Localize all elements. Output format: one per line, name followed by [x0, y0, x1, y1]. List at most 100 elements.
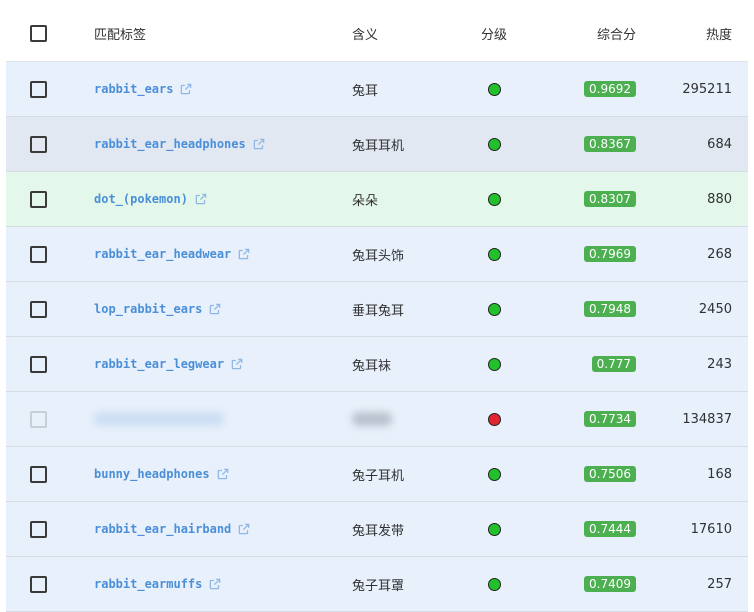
heat-value: 684 — [707, 136, 732, 152]
tag-link[interactable]: dot_(pokemon) — [94, 192, 188, 206]
external-link-icon[interactable] — [179, 82, 193, 96]
heat-value: 268 — [707, 246, 732, 262]
tag-link[interactable]: rabbit_ear_legwear — [94, 357, 224, 371]
grade-cell — [472, 337, 516, 391]
table-row[interactable]: rabbit_ear_headwear 兔耳头饰 0.7969 268 — [6, 227, 748, 282]
score-badge: 0.7444 — [584, 521, 636, 537]
row-select-cell[interactable] — [30, 117, 54, 171]
meaning-text: 朵朵 — [352, 193, 379, 209]
tag-link[interactable]: lop_rabbit_ears — [94, 302, 202, 316]
row-checkbox[interactable] — [30, 465, 47, 483]
score-badge: 0.8307 — [584, 191, 636, 207]
external-link-icon[interactable] — [208, 302, 222, 316]
external-link-icon[interactable] — [230, 357, 244, 371]
header-meaning: 含义 — [352, 28, 379, 43]
meaning-cell — [352, 392, 462, 446]
heat-value: 168 — [707, 466, 732, 482]
tag-link[interactable]: rabbit_ears — [94, 82, 173, 96]
heat-value: 243 — [707, 356, 732, 372]
row-select-cell[interactable] — [30, 337, 54, 391]
tag-link[interactable]: rabbit_ear_headphones — [94, 137, 246, 151]
table-row[interactable]: rabbit_ear_hairband 兔耳发带 0.7444 17610 — [6, 502, 748, 557]
tag-link[interactable]: rabbit_earmuffs — [94, 577, 202, 591]
meaning-cell: 兔耳袜 — [352, 337, 462, 391]
grade-cell — [472, 172, 516, 226]
row-checkbox[interactable] — [30, 245, 47, 263]
meaning-cell: 兔耳发带 — [352, 502, 462, 556]
row-checkbox[interactable] — [30, 575, 47, 593]
grade-cell — [472, 392, 516, 446]
table-row[interactable]: rabbit_ears 兔耳 0.9692 295211 — [6, 62, 748, 117]
score-badge: 0.777 — [591, 356, 636, 372]
score-cell: 0.7444 — [546, 502, 636, 556]
redacted-tag — [94, 412, 224, 426]
score-badge: 0.7734 — [584, 411, 636, 427]
row-select-cell[interactable] — [30, 227, 54, 281]
table-row[interactable]: rabbit_ear_legwear 兔耳袜 0.777 243 — [6, 337, 748, 392]
score-badge: 0.7948 — [584, 301, 636, 317]
row-checkbox[interactable] — [30, 190, 47, 208]
meaning-cell: 兔耳头饰 — [352, 227, 462, 281]
score-badge: 0.7409 — [584, 576, 636, 592]
grade-cell — [472, 117, 516, 171]
external-link-icon[interactable] — [237, 522, 251, 536]
external-link-icon[interactable] — [237, 247, 251, 261]
score-badge: 0.7969 — [584, 246, 636, 262]
tag-link[interactable]: rabbit_ear_headwear — [94, 247, 231, 261]
score-cell: 0.7734 — [546, 392, 636, 446]
meaning-text: 兔耳袜 — [352, 358, 392, 374]
tag-cell: rabbit_ear_hairband — [94, 502, 344, 556]
table-row[interactable]: rabbit_earmuffs 兔子耳罩 0.7409 257 — [6, 557, 748, 612]
row-select-cell[interactable] — [30, 502, 54, 556]
score-cell: 0.7409 — [546, 557, 636, 611]
heat-value: 17610 — [690, 521, 732, 537]
tag-link[interactable]: bunny_headphones — [94, 467, 210, 481]
header-score[interactable]: 综合分 — [546, 6, 636, 61]
row-select-cell[interactable] — [30, 557, 54, 611]
table-row[interactable]: rabbit_ear_headphones 兔耳耳机 0.8367 684 — [6, 117, 748, 172]
header-grade: 分级 — [480, 28, 507, 43]
tag-link[interactable]: rabbit_ear_hairband — [94, 522, 231, 536]
score-cell: 0.7948 — [546, 282, 636, 336]
grade-green-dot-icon — [487, 522, 501, 536]
external-link-icon[interactable] — [208, 577, 222, 591]
external-link-icon[interactable] — [216, 467, 230, 481]
meaning-text: 兔耳耳机 — [352, 138, 405, 154]
header-heat[interactable]: 热度 — [646, 6, 732, 61]
table-row[interactable]: lop_rabbit_ears 垂耳兔耳 0.7948 2450 — [6, 282, 748, 337]
row-checkbox[interactable] — [30, 520, 47, 538]
row-checkbox[interactable] — [30, 80, 47, 98]
score-cell: 0.9692 — [546, 62, 636, 116]
external-link-icon[interactable] — [252, 137, 266, 151]
row-checkbox[interactable] — [30, 355, 47, 373]
tag-cell: rabbit_ear_legwear — [94, 337, 344, 391]
score-badge: 0.7506 — [584, 466, 636, 482]
table-row[interactable]: 0.7734 134837 — [6, 392, 748, 447]
row-select-cell[interactable] — [30, 392, 54, 446]
score-badge: 0.8367 — [584, 136, 636, 152]
meaning-text: 兔子耳机 — [352, 468, 405, 484]
meaning-text: 兔耳发带 — [352, 523, 405, 539]
tag-cell: rabbit_ears — [94, 62, 344, 116]
meaning-text: 兔子耳罩 — [352, 578, 405, 594]
table-row[interactable]: dot_(pokemon) 朵朵 0.8307 880 — [6, 172, 748, 227]
tag-cell — [94, 392, 344, 446]
table-row[interactable]: bunny_headphones 兔子耳机 0.7506 168 — [6, 447, 748, 502]
score-cell: 0.7969 — [546, 227, 636, 281]
select-all-checkbox[interactable] — [30, 25, 47, 42]
row-checkbox[interactable] — [30, 135, 47, 153]
row-checkbox[interactable] — [30, 300, 47, 318]
row-select-cell[interactable] — [30, 447, 54, 501]
external-link-icon[interactable] — [194, 192, 208, 206]
row-select-cell[interactable] — [30, 282, 54, 336]
grade-green-dot-icon — [487, 137, 501, 151]
grade-green-dot-icon — [487, 357, 501, 371]
row-select-cell[interactable] — [30, 172, 54, 226]
heat-value: 134837 — [682, 411, 732, 427]
tag-cell: dot_(pokemon) — [94, 172, 344, 226]
score-cell: 0.8367 — [546, 117, 636, 171]
row-select-cell[interactable] — [30, 62, 54, 116]
header-select-all[interactable] — [30, 6, 54, 61]
header-tag: 匹配标签 — [94, 28, 147, 43]
heat-value: 880 — [707, 191, 732, 207]
